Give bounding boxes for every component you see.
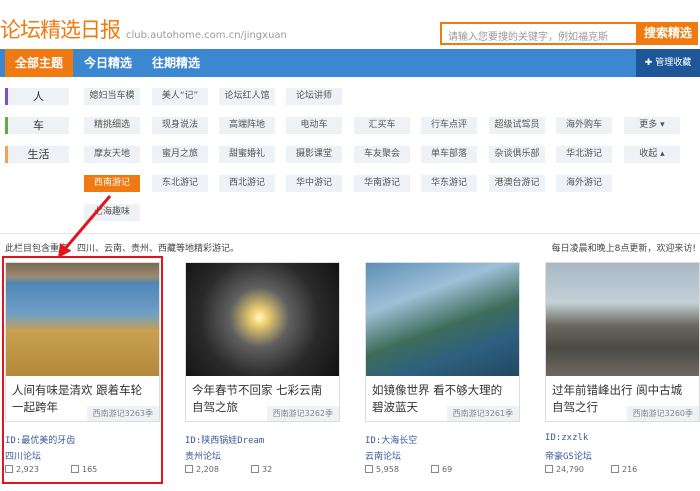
article-card[interactable]: 过年前错峰出行 阆中古城自驾之行 西南游记3260季: [545, 262, 700, 422]
tag-button[interactable]: 华东游记: [421, 175, 477, 192]
likes-stat: 5,958: [365, 465, 399, 474]
tag-button[interactable]: 更多 ▾: [624, 117, 680, 134]
forum-link[interactable]: 云南论坛: [365, 449, 401, 462]
tag-button[interactable]: 现身说法: [152, 117, 208, 134]
tag-button[interactable]: 海外游记: [556, 175, 612, 192]
likes-stat: 24,790: [545, 465, 584, 474]
article-image[interactable]: [546, 263, 699, 376]
comment-icon: [431, 465, 439, 473]
article-image[interactable]: [366, 263, 519, 376]
tab-all-topics[interactable]: 全部主题: [5, 49, 73, 77]
article-series-tag: 西南游记3262季: [266, 406, 339, 421]
like-icon: [545, 465, 553, 473]
comments-count: 216: [622, 465, 638, 474]
site-url: club.autohome.com.cn/jingxuan: [126, 30, 287, 41]
tag-button[interactable]: 港澳台游记: [489, 175, 545, 192]
article-card[interactable]: 今年春节不回家 七彩云南自驾之旅 西南游记3262季: [185, 262, 340, 422]
search-input[interactable]: 请输入您要搜的关键字，例如福克斯: [440, 22, 638, 45]
tag-button[interactable]: 高端阵地: [219, 117, 275, 134]
tag-button[interactable]: 七海趣味: [84, 204, 140, 221]
article-series-tag: 西南游记3261季: [446, 406, 519, 421]
comments-stat: 69: [431, 465, 452, 474]
category-label: 人: [5, 88, 69, 105]
tag-button[interactable]: 论坛讲师: [286, 88, 342, 105]
comment-icon: [251, 465, 259, 473]
tag-button[interactable]: 电动车: [286, 117, 342, 134]
tag-button[interactable]: 媳妇当车模: [84, 88, 140, 105]
comments-count: 69: [442, 465, 453, 474]
article-series-tag: 西南游记3260季: [626, 406, 699, 421]
like-icon: [365, 465, 373, 473]
category-label: 生活: [5, 146, 69, 163]
tag-button[interactable]: 车友聚会: [354, 146, 410, 163]
tag-button[interactable]: 杂谈俱乐部: [489, 146, 545, 163]
tab-today[interactable]: 今日精选: [78, 49, 138, 77]
divider: [0, 233, 700, 234]
likes-count: 5,958: [376, 465, 399, 474]
search-button[interactable]: 搜索精选: [638, 22, 698, 45]
like-icon: [185, 465, 193, 473]
tag-button[interactable]: 华南游记: [354, 175, 410, 192]
tag-button[interactable]: 蜜月之旅: [152, 146, 208, 163]
site-logo[interactable]: 论坛精选日报: [0, 14, 121, 44]
tag-button[interactable]: 单车部落: [421, 146, 477, 163]
tag-button[interactable]: 摄影课堂: [286, 146, 342, 163]
section-description: 此栏目包含重庆、四川、云南、贵州、西藏等地精彩游记。: [5, 244, 240, 254]
tag-button[interactable]: 精挑细选: [84, 117, 140, 134]
comments-stat: 32: [251, 465, 272, 474]
comments-stat: 216: [611, 465, 637, 474]
article-card[interactable]: 如镜像世界 看不够大理的碧波蓝天 西南游记3261季: [365, 262, 520, 422]
author-id[interactable]: ID:陕西锅娃Dream: [185, 433, 264, 446]
highlight-box: [2, 256, 163, 484]
comment-icon: [611, 465, 619, 473]
tag-button[interactable]: 收起 ▴: [624, 146, 680, 163]
manage-favorites-button[interactable]: ✚ 管理收藏: [636, 49, 700, 77]
tag-button[interactable]: 西北游记: [219, 175, 275, 192]
tag-button[interactable]: 超级试驾员: [489, 117, 545, 134]
category-label: 车: [5, 117, 69, 134]
tag-button[interactable]: 甜蜜婚礼: [219, 146, 275, 163]
tag-button[interactable]: 论坛红人馆: [219, 88, 275, 105]
likes-count: 2,208: [196, 465, 219, 474]
main-nav: 全部主题 今日精选 往期精选 ✚ 管理收藏: [0, 49, 700, 77]
tag-button[interactable]: 华北游记: [556, 146, 612, 163]
tab-past[interactable]: 往期精选: [145, 49, 207, 77]
comments-count: 32: [262, 465, 273, 474]
article-image[interactable]: [186, 263, 339, 376]
tag-button[interactable]: 华中游记: [286, 175, 342, 192]
tag-button[interactable]: 行车点评: [421, 117, 477, 134]
tag-button[interactable]: 海外购车: [556, 117, 612, 134]
likes-stat: 2,208: [185, 465, 219, 474]
forum-link[interactable]: 贵州论坛: [185, 449, 221, 462]
likes-count: 24,790: [556, 465, 584, 474]
author-id[interactable]: ID:大海长空: [365, 433, 417, 446]
tag-button[interactable]: 汇买车: [354, 117, 410, 134]
update-notice: 每日凌晨和晚上8点更新，欢迎来访!: [551, 244, 696, 254]
tag-button[interactable]: 东北游记: [152, 175, 208, 192]
forum-link[interactable]: 帝豪GS论坛: [545, 449, 592, 462]
tag-button[interactable]: 美人“记”: [152, 88, 208, 105]
tag-button[interactable]: 西南游记: [84, 175, 140, 192]
tag-button[interactable]: 摩友天地: [84, 146, 140, 163]
author-id[interactable]: ID:zxzlk: [545, 433, 588, 443]
